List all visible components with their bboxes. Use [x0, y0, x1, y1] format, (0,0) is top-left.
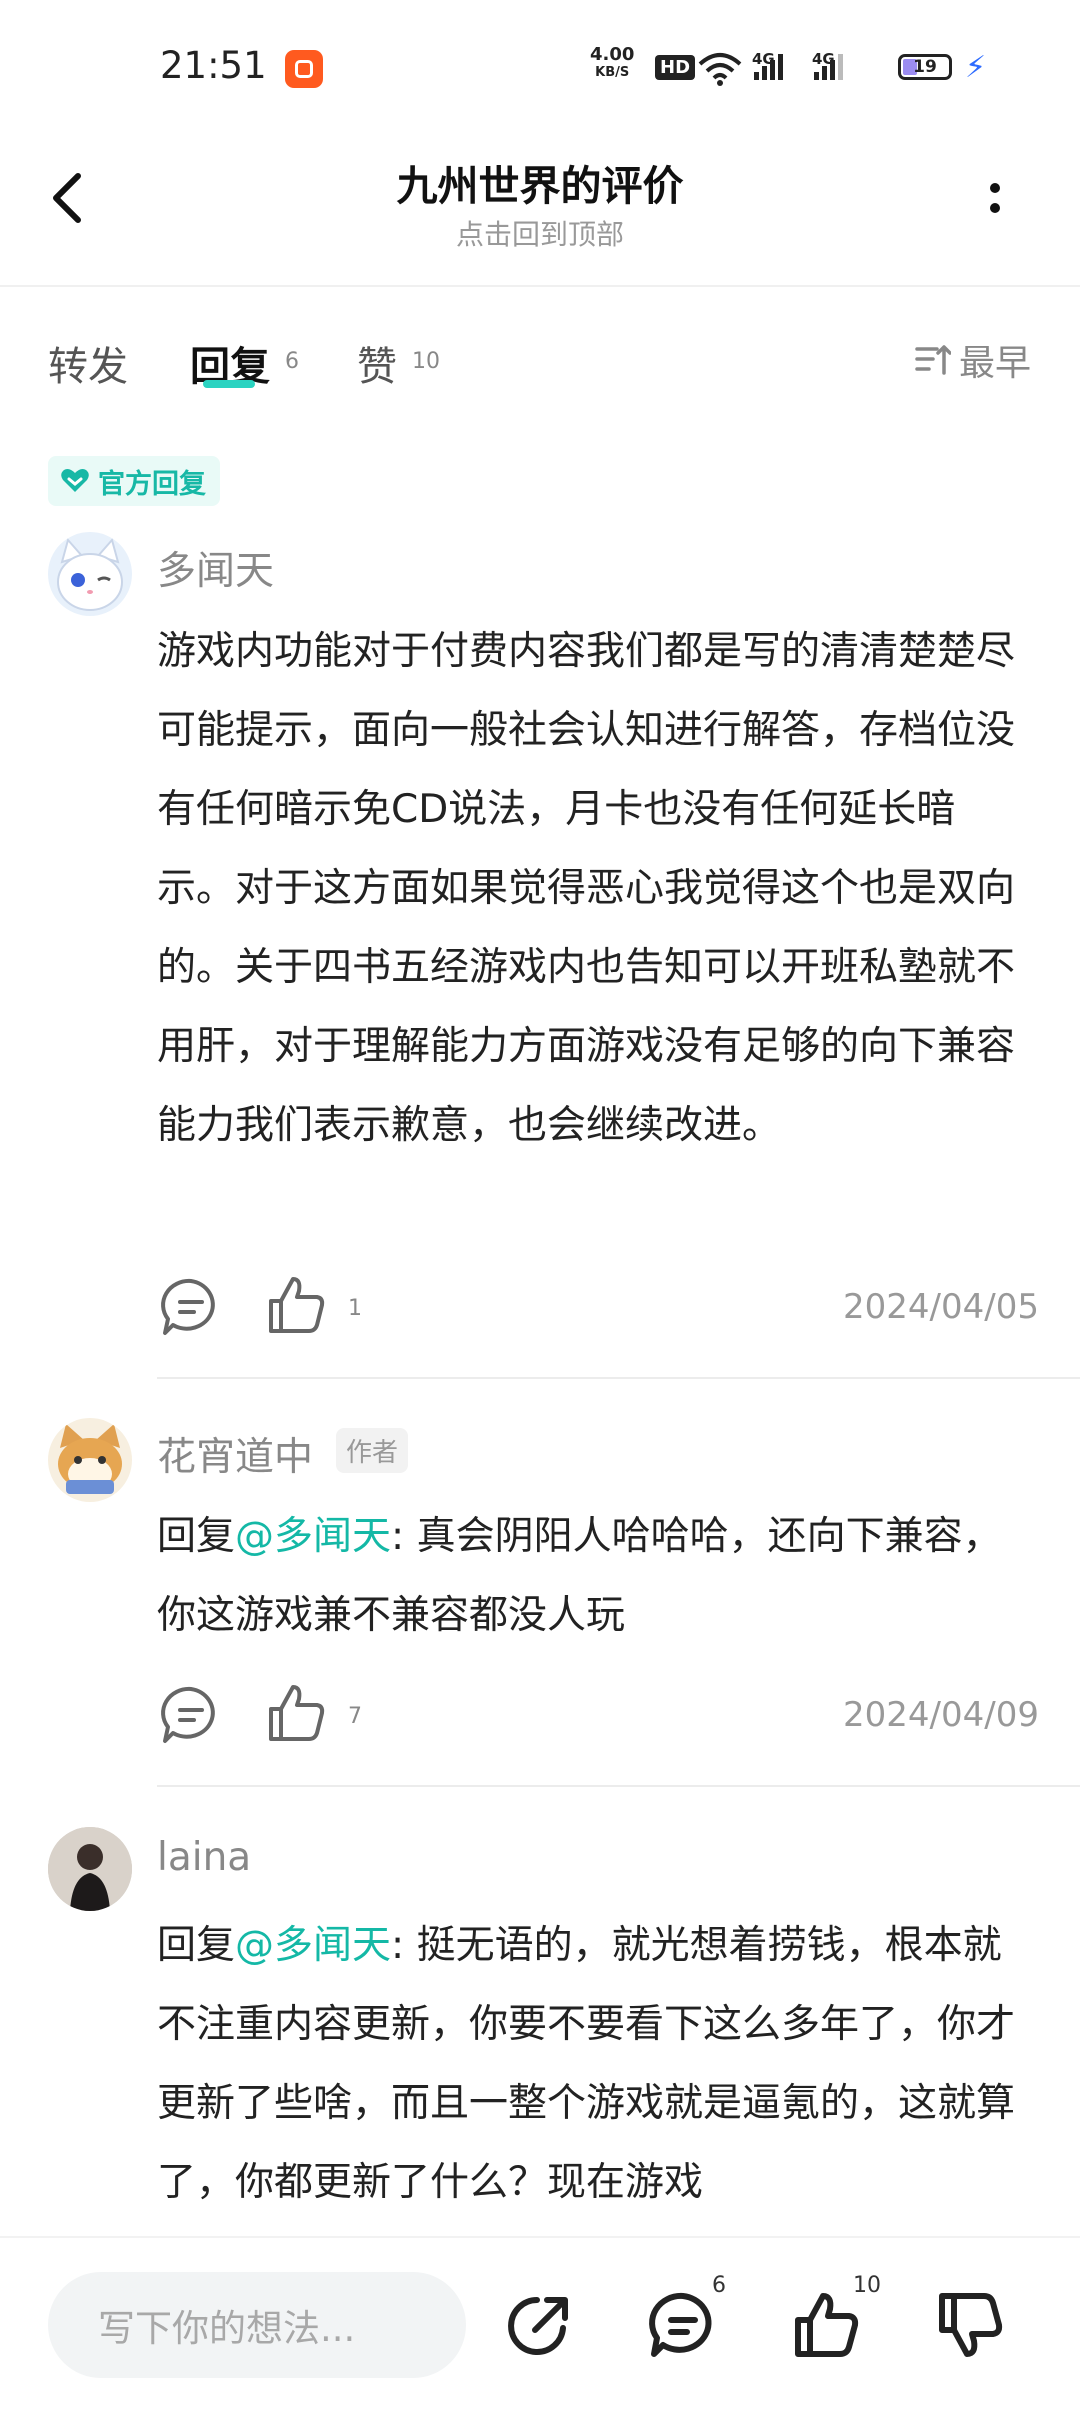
mention-link[interactable]: @多闻天	[235, 1923, 391, 1968]
scroll-to-top-link[interactable]: 点击回到顶部	[0, 213, 1080, 253]
sort-button[interactable]: 最早	[915, 334, 1031, 386]
battery-level: 19	[913, 57, 937, 77]
hd-icon: HD	[655, 55, 696, 80]
comment-input[interactable]: 写下你的想法...	[48, 2272, 466, 2378]
mention-link[interactable]: @多闻天	[235, 1514, 391, 1559]
reply-icon[interactable]	[159, 1275, 223, 1339]
signal-bars-1-icon	[754, 54, 783, 80]
like-icon[interactable]	[792, 2290, 862, 2360]
avatar[interactable]	[48, 1827, 132, 1911]
avatar[interactable]	[48, 1418, 132, 1502]
kuaishou-app-icon	[285, 50, 323, 88]
like-icon[interactable]	[265, 1681, 329, 1745]
comment-divider	[157, 1377, 1080, 1379]
tab-like[interactable]: 赞	[357, 334, 397, 392]
user-photo-avatar-icon	[48, 1827, 132, 1911]
reply-prefix: 回复	[157, 1514, 236, 1559]
active-tab-indicator	[203, 380, 255, 388]
like-count: 1	[348, 1296, 362, 1321]
tab-reply-count: 6	[285, 349, 299, 374]
comment-username[interactable]: 花宵道中	[157, 1426, 313, 1482]
reply-icon[interactable]	[159, 1683, 223, 1747]
bottom-bar-divider	[0, 2236, 1080, 2238]
official-badge-label: 官方回复	[98, 468, 206, 500]
comment-username[interactable]: 多闻天	[157, 540, 274, 596]
charging-icon: ⚡	[965, 50, 987, 85]
like-count: 7	[348, 1704, 362, 1729]
signal-bars-2-icon	[814, 54, 843, 80]
comment-text: 回复@多闻天: 挺无语的，就光想着捞钱，根本就不注重内容更新，你要不要看下这么多…	[157, 1906, 1027, 2221]
wifi-icon	[698, 53, 742, 86]
official-reply-badge: 官方回复	[48, 456, 220, 506]
author-tag: 作者	[336, 1428, 409, 1473]
header-divider	[0, 285, 1080, 287]
tab-like-count: 10	[412, 349, 440, 374]
dislike-icon[interactable]	[936, 2290, 1006, 2360]
like-count-badge: 10	[853, 2273, 881, 2298]
avatar[interactable]	[48, 532, 132, 616]
share-icon[interactable]	[505, 2290, 575, 2360]
comment-icon[interactable]	[648, 2290, 718, 2360]
page-title: 九州世界的评价	[396, 162, 684, 210]
net-speed-unit: KB/S	[595, 65, 630, 80]
sort-icon	[915, 345, 951, 375]
tab-repost[interactable]: 转发	[48, 334, 128, 392]
network-speed: 4.00 KB/S	[590, 46, 634, 82]
reply-prefix: 回复	[157, 1923, 236, 1968]
battery-icon: 19	[898, 54, 952, 80]
comment-date: 2024/04/09	[843, 1695, 1039, 1735]
comment-text: 游戏内功能对于付费内容我们都是写的清清楚楚尽可能提示，面向一般社会认知进行解答，…	[157, 629, 1016, 1148]
cat-avatar-icon	[57, 537, 123, 611]
net-speed-value: 4.00	[590, 44, 635, 65]
like-icon[interactable]	[265, 1273, 329, 1337]
sort-label: 最早	[959, 343, 1032, 384]
more-options-icon[interactable]	[980, 178, 1010, 222]
comment-count-badge: 6	[712, 2273, 726, 2298]
status-time: 21:51	[160, 44, 267, 87]
official-heart-icon	[61, 469, 89, 492]
comment-username[interactable]: laina	[157, 1835, 251, 1880]
comment-text: 回复@多闻天: 真会阴阳人哈哈哈，还向下兼容，你这游戏兼不兼容都没人玩	[157, 1497, 1027, 1655]
comment-divider	[157, 1785, 1080, 1787]
shiba-avatar-icon	[58, 1424, 122, 1494]
comment-date: 2024/04/05	[843, 1287, 1039, 1327]
